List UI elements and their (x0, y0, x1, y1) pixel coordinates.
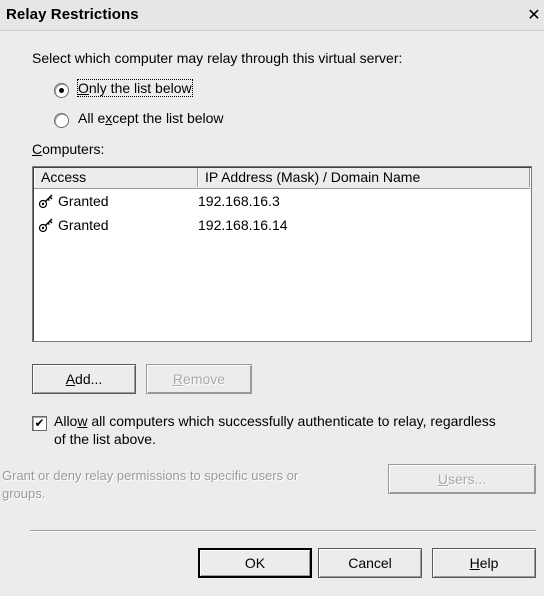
only-list-label-accel: O (78, 80, 89, 96)
computers-list[interactable]: Access IP Address (Mask) / Domain Name G… (32, 166, 532, 342)
users-button-accel: U (437, 471, 448, 487)
ip-cell: 192.168.16.14 (198, 217, 288, 233)
permissions-text-line2: groups. (2, 486, 46, 501)
computers-label-accel: C (32, 141, 43, 157)
only-list-radio[interactable] (54, 83, 69, 98)
users-button[interactable]: Users... (388, 464, 536, 494)
add-button-rest: dd... (75, 371, 103, 387)
access-cell: Granted (58, 217, 109, 233)
close-icon[interactable]: ✕ (526, 6, 542, 24)
add-button-accel: A (65, 371, 76, 387)
remove-button-rest: emove (183, 371, 226, 387)
only-list-label[interactable]: Only the list below (77, 79, 193, 97)
column-header-ip[interactable]: IP Address (Mask) / Domain Name (198, 168, 530, 187)
all-except-radio[interactable] (54, 113, 69, 128)
allow-auth-label-line1[interactable]: Allow all computers which successfully a… (54, 413, 496, 429)
separator (30, 530, 536, 532)
cancel-button[interactable]: Cancel (318, 548, 422, 578)
allow-auth-checkbox[interactable]: ✔ (32, 416, 47, 431)
column-header-access[interactable]: Access (34, 168, 198, 187)
ok-button[interactable]: OK (198, 548, 312, 578)
all-except-label[interactable]: All except the list below (78, 110, 224, 126)
title-bar[interactable]: Relay Restrictions ✕ (0, 0, 544, 31)
table-row[interactable]: Granted 192.168.16.14 (34, 215, 530, 235)
permissions-text-line1: Grant or deny relay permissions to speci… (2, 468, 299, 483)
ip-cell: 192.168.16.3 (198, 193, 280, 209)
computers-label-rest: omputers: (42, 141, 105, 157)
list-header: Access IP Address (Mask) / Domain Name (34, 168, 530, 189)
remove-button[interactable]: Remove (146, 364, 252, 394)
key-icon (38, 194, 53, 209)
table-row[interactable]: Granted 192.168.16.3 (34, 191, 530, 211)
help-button-rest: elp (479, 555, 499, 571)
only-list-label-rest: nly the list below (88, 80, 192, 96)
remove-button-accel: R (172, 371, 184, 387)
allow-auth-label-rest: all computers which successfully authent… (87, 413, 496, 429)
help-button-accel: H (469, 555, 480, 571)
window-title: Relay Restrictions (6, 6, 139, 23)
add-button[interactable]: Add... (32, 364, 136, 394)
allow-auth-label-prefix: Allo (54, 413, 78, 429)
computers-label: Computers: (32, 141, 104, 157)
all-except-label-rest: cept the list below (112, 110, 224, 126)
allow-auth-label-line2[interactable]: of the list above. (54, 431, 156, 447)
allow-auth-label-accel: w (77, 413, 88, 429)
selection-prompt: Select which computer may relay through … (32, 50, 403, 66)
access-cell: Granted (58, 193, 109, 209)
all-except-label-prefix: All e (78, 110, 106, 126)
key-icon (38, 218, 53, 233)
relay-restrictions-dialog: Relay Restrictions ✕ Select which comput… (0, 0, 544, 596)
help-button[interactable]: Help (432, 548, 536, 578)
users-button-rest: sers... (448, 471, 487, 487)
